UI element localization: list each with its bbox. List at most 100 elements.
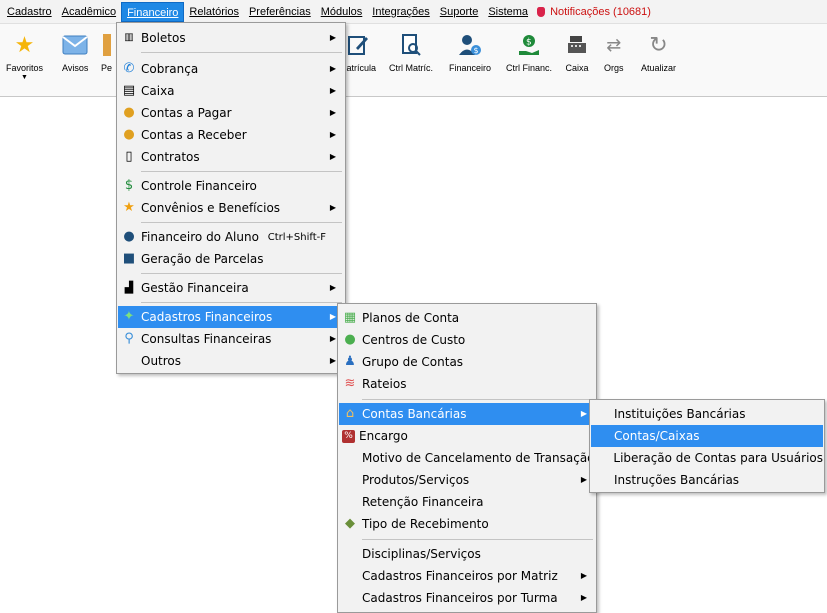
menu-item-convenios[interactable]: ★ Convênios e Benefícios ▶ <box>118 197 344 219</box>
document-search-icon <box>399 28 423 62</box>
menu-item-geracao-parcelas[interactable]: ■ Geração de Parcelas <box>118 248 344 270</box>
hand-money-icon: $ <box>124 178 134 193</box>
chevron-right-icon: ▶ <box>329 356 336 365</box>
avisos-button[interactable]: Avisos <box>62 28 88 74</box>
separator <box>141 222 342 223</box>
ctrl-financ-label: Ctrl Financ. <box>506 63 553 73</box>
ctrl-financ-button[interactable]: $ Ctrl Financ. <box>506 28 552 74</box>
menu-item-encargo[interactable]: % Encargo <box>339 425 595 447</box>
menu-item-cobranca[interactable]: ✆ Cobrança ▶ <box>118 58 344 80</box>
menu-preferencias[interactable]: Preferências <box>244 2 316 22</box>
menu-integracoes[interactable]: Integrações <box>367 2 434 22</box>
menu-item-instrucoes[interactable]: Instruções Bancárias <box>591 469 823 491</box>
menu-item-contas-caixas[interactable]: Contas/Caixas <box>591 425 823 447</box>
menu-item-contas-bancarias[interactable]: ⌂ Contas Bancárias ▶ <box>339 403 595 425</box>
phone-icon: ✆ <box>123 61 135 76</box>
separator <box>141 52 342 53</box>
caixa-label: Caixa <box>565 63 589 73</box>
user-money-icon: ● <box>123 229 135 244</box>
menu-item-centros-custo[interactable]: ● Centros de Custo <box>339 329 595 351</box>
menu-item-planos-conta[interactable]: ▦ Planos de Conta <box>339 307 595 329</box>
menu-item-cadastros-financeiros[interactable]: ✦ Cadastros Financeiros ▶ <box>118 306 344 328</box>
financeiro-label: Financeiro <box>449 63 492 73</box>
separator <box>362 539 593 540</box>
folder-icon <box>102 28 111 62</box>
orgs-label: Orgs <box>604 63 624 73</box>
coin-icon: ● <box>344 332 356 347</box>
svg-text:$: $ <box>526 38 532 48</box>
pe-label: Pe <box>101 63 113 73</box>
menu-item-produtos-servicos[interactable]: Produtos/Serviços ▶ <box>339 469 595 491</box>
menu-item-consultas-financeiras[interactable]: ⚲ Consultas Financeiras ▶ <box>118 328 344 350</box>
menu-modulos[interactable]: Módulos <box>316 2 368 22</box>
magnifier-icon: ⚲ <box>124 331 134 346</box>
separator <box>141 302 342 303</box>
chart-icon: ▟ <box>124 281 134 294</box>
star-icon: ★ <box>123 200 135 215</box>
favoritos-button[interactable]: ★ Favoritos ▼ <box>6 28 43 82</box>
separator <box>141 273 342 274</box>
menu-bar: Cadastro Acadêmico Financeiro Relatórios… <box>0 0 827 24</box>
financeiro-button[interactable]: $ Financeiro <box>449 28 491 74</box>
coins-minus-icon: ● <box>123 105 135 120</box>
ctrl-matric-button[interactable]: Ctrl Matríc. <box>389 28 433 74</box>
financeiro-menu: ▥ Boletos ▶ ✆ Cobrança ▶ ▤ Caixa ▶ ● Con… <box>116 22 346 374</box>
separator <box>141 171 342 172</box>
menu-item-liberacao-contas[interactable]: Liberação de Contas para Usuários <box>591 447 823 469</box>
cash-register-icon: ▤ <box>122 83 136 98</box>
orgs-button[interactable]: ⇄ Orgs <box>604 28 624 74</box>
atualizar-button[interactable]: ↻ Atualizar <box>641 28 676 74</box>
coins-plus-icon: ● <box>123 127 135 142</box>
notification-bell-icon <box>537 6 546 17</box>
menu-item-contratos[interactable]: ▯ Contratos ▶ <box>118 146 344 168</box>
menu-item-contas-pagar[interactable]: ● Contas a Pagar ▶ <box>118 102 344 124</box>
menu-item-instituicoes[interactable]: Instituições Bancárias <box>591 403 823 425</box>
chevron-right-icon: ▶ <box>329 203 336 212</box>
caixa-button[interactable]: Caixa <box>565 28 589 74</box>
cadastros-financeiros-submenu: ▦ Planos de Conta ● Centros de Custo ♟ G… <box>337 303 597 613</box>
menu-item-tipo-recebimento[interactable]: ◆ Tipo de Recebimento <box>339 513 595 535</box>
menu-item-gestao-financeira[interactable]: ▟ Gestão Financeira ▶ <box>118 277 344 299</box>
hand-money-icon: $ <box>516 28 542 62</box>
chevron-right-icon: ▶ <box>329 86 336 95</box>
menu-academico[interactable]: Acadêmico <box>57 2 121 22</box>
menu-item-por-turma[interactable]: Cadastros Financeiros por Turma ▶ <box>339 587 595 609</box>
menu-item-contas-receber[interactable]: ● Contas a Receber ▶ <box>118 124 344 146</box>
pe-button[interactable]: Pe <box>101 28 112 74</box>
menu-item-por-matriz[interactable]: Cadastros Financeiros por Matriz ▶ <box>339 565 595 587</box>
menu-financeiro[interactable]: Financeiro <box>121 1 185 22</box>
envelope-icon <box>62 28 88 62</box>
notifications-link[interactable]: Notificações (10681) <box>533 2 656 22</box>
bank-icon: ⌂ <box>345 406 355 421</box>
menu-item-outros[interactable]: Outros ▶ <box>118 350 344 372</box>
chevron-down-icon: ▼ <box>21 74 28 81</box>
percent-icon: % <box>342 429 355 443</box>
tag-icon: ◆ <box>345 516 355 531</box>
menu-item-financeiro-aluno[interactable]: ● Financeiro do Aluno Ctrl+Shift-F <box>118 226 344 248</box>
contas-bancarias-submenu: Instituições Bancárias Contas/Caixas Lib… <box>589 399 825 493</box>
chevron-right-icon: ▶ <box>329 334 336 343</box>
menu-sistema[interactable]: Sistema <box>483 2 533 22</box>
avisos-label: Avisos <box>62 63 89 73</box>
menu-relatorios[interactable]: Relatórios <box>184 2 244 22</box>
menu-suporte[interactable]: Suporte <box>435 2 484 22</box>
svg-text:$: $ <box>474 46 479 55</box>
chevron-right-icon: ▶ <box>329 108 336 117</box>
stack-icon: ≋ <box>344 376 356 391</box>
menu-item-retencao[interactable]: Retenção Financeira <box>339 491 595 513</box>
chart-icon: ▦ <box>343 310 357 325</box>
exchange-arrows-icon: ⇄ <box>606 34 622 55</box>
separator <box>362 399 593 400</box>
user-group-icon: ♟ <box>344 354 356 369</box>
menu-item-boletos[interactable]: ▥ Boletos ▶ <box>118 27 344 49</box>
menu-item-caixa[interactable]: ▤ Caixa ▶ <box>118 80 344 102</box>
menu-item-controle-financeiro[interactable]: $ Controle Financeiro <box>118 175 344 197</box>
menu-item-motivo-cancelamento[interactable]: Motivo de Cancelamento de Transação <box>339 447 595 469</box>
menu-item-disciplinas-servicos[interactable]: Disciplinas/Serviços <box>339 543 595 565</box>
shortcut-label: Ctrl+Shift-F <box>267 231 326 243</box>
menu-cadastro[interactable]: Cadastro <box>2 2 57 22</box>
menu-item-grupo-contas[interactable]: ♟ Grupo de Contas <box>339 351 595 373</box>
menu-item-rateios[interactable]: ≋ Rateios <box>339 373 595 395</box>
chevron-right-icon: ▶ <box>329 64 336 73</box>
chevron-right-icon: ▶ <box>580 475 587 484</box>
